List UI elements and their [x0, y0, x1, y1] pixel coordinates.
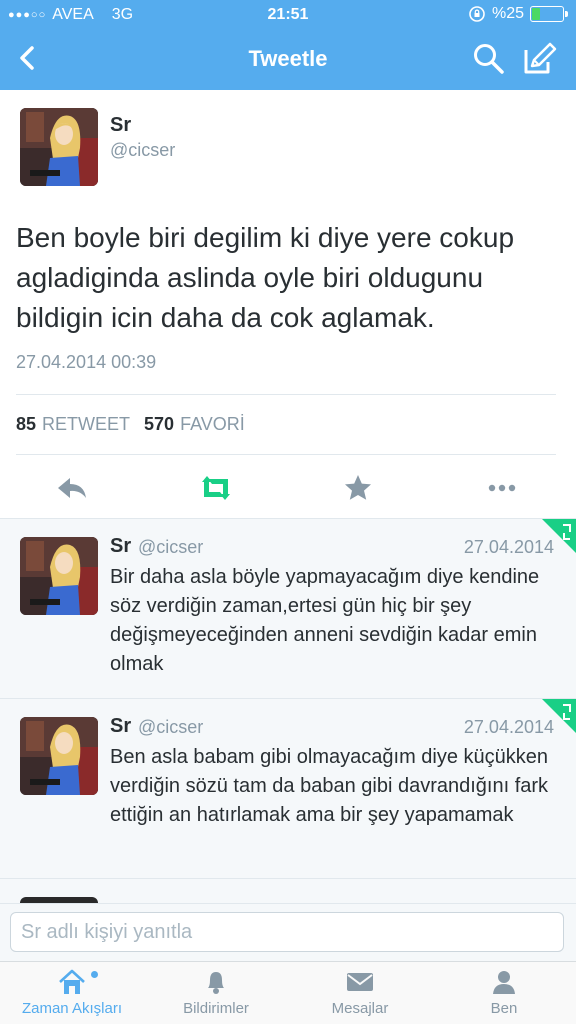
status-right: %25: [468, 5, 568, 23]
favorite-label[interactable]: FAVORİ: [180, 414, 245, 435]
tweet-actions: [0, 460, 576, 516]
list-item[interactable]: [0, 879, 576, 903]
person-icon: [493, 971, 515, 994]
author-handle[interactable]: @cicser: [110, 140, 175, 161]
reply-input[interactable]: [10, 912, 564, 952]
tweet-text: Bir daha asla böyle yapmayacağım diye ke…: [110, 566, 540, 675]
avatar-image: [20, 717, 98, 795]
envelope-icon: [347, 973, 373, 991]
tab-label: Mesajlar: [331, 1000, 389, 1017]
compose-icon[interactable]: [520, 40, 560, 78]
tab-home[interactable]: Zaman Akışları: [0, 962, 144, 1024]
tab-label: Bildirimler: [183, 1000, 249, 1017]
retweeted-corner-icon: [542, 519, 576, 553]
nav-bar: Tweetle: [0, 30, 576, 90]
tweet-timestamp: 27.04.2014 00:39: [16, 352, 157, 372]
battery-level: [532, 8, 540, 20]
avatar-image: [20, 108, 98, 186]
author-name[interactable]: Sr: [110, 114, 131, 137]
reply-list: Sr @cicser 27.04.2014 Bir daha asla böyl…: [0, 518, 576, 903]
author-name[interactable]: Sr: [110, 715, 131, 738]
reply-icon[interactable]: [52, 468, 92, 508]
avatar-image: [20, 537, 98, 615]
divider: [16, 454, 556, 455]
reply-bar: [0, 903, 576, 961]
status-bar: ●●●○○ AVEA 3G 21:51 %25: [0, 0, 576, 30]
tab-notifications[interactable]: Bildirimler: [144, 962, 288, 1024]
retweet-icon[interactable]: [196, 468, 236, 508]
notification-dot: [91, 971, 98, 978]
more-icon[interactable]: [482, 468, 522, 508]
author-handle[interactable]: @cicser: [138, 537, 203, 558]
favorite-icon[interactable]: [338, 468, 378, 508]
battery-icon: [530, 6, 568, 22]
tab-bar: Zaman Akışları Bildirimler Mesajlar Ben: [0, 961, 576, 1024]
tweet-stats: 85 RETWEET 570 FAVORİ: [16, 414, 245, 435]
tweet-date: 27.04.2014: [463, 537, 554, 557]
avatar[interactable]: [20, 537, 98, 615]
battery-percent: %25: [491, 5, 524, 22]
retweet-count[interactable]: 85: [16, 414, 36, 435]
avatar[interactable]: [20, 717, 98, 795]
search-icon[interactable]: [470, 40, 508, 78]
tweet-date: 27.04.2014: [463, 717, 554, 737]
rotation-lock-icon: [469, 6, 485, 22]
tweet-text: Ben boyle biri degilim ki diye yere coku…: [16, 222, 515, 333]
app-header: ●●●○○ AVEA 3G 21:51 %25 Tweetle: [0, 0, 576, 90]
tab-label: Ben: [490, 1000, 518, 1017]
divider: [16, 394, 556, 395]
retweet-label[interactable]: RETWEET: [42, 414, 130, 435]
tweet-text: Ben asla babam gibi olmayacağım diye küç…: [110, 746, 549, 826]
favorite-count[interactable]: 570: [144, 414, 174, 435]
main-tweet: Sr @cicser Ben boyle biri degilim ki diy…: [0, 90, 576, 518]
tab-me[interactable]: Ben: [432, 962, 576, 1024]
tab-messages[interactable]: Mesajlar: [288, 962, 432, 1024]
retweeted-corner-icon: [542, 699, 576, 733]
list-item[interactable]: Sr @cicser 27.04.2014 Bir daha asla böyl…: [0, 519, 576, 699]
author-name[interactable]: Sr: [110, 535, 131, 558]
avatar[interactable]: [20, 108, 98, 186]
author-handle[interactable]: @cicser: [138, 717, 203, 738]
list-item[interactable]: Sr @cicser 27.04.2014 Ben asla babam gib…: [0, 699, 576, 879]
bell-icon: [208, 972, 224, 994]
home-icon: [59, 969, 85, 994]
tab-label: Zaman Akışları: [21, 1000, 123, 1017]
